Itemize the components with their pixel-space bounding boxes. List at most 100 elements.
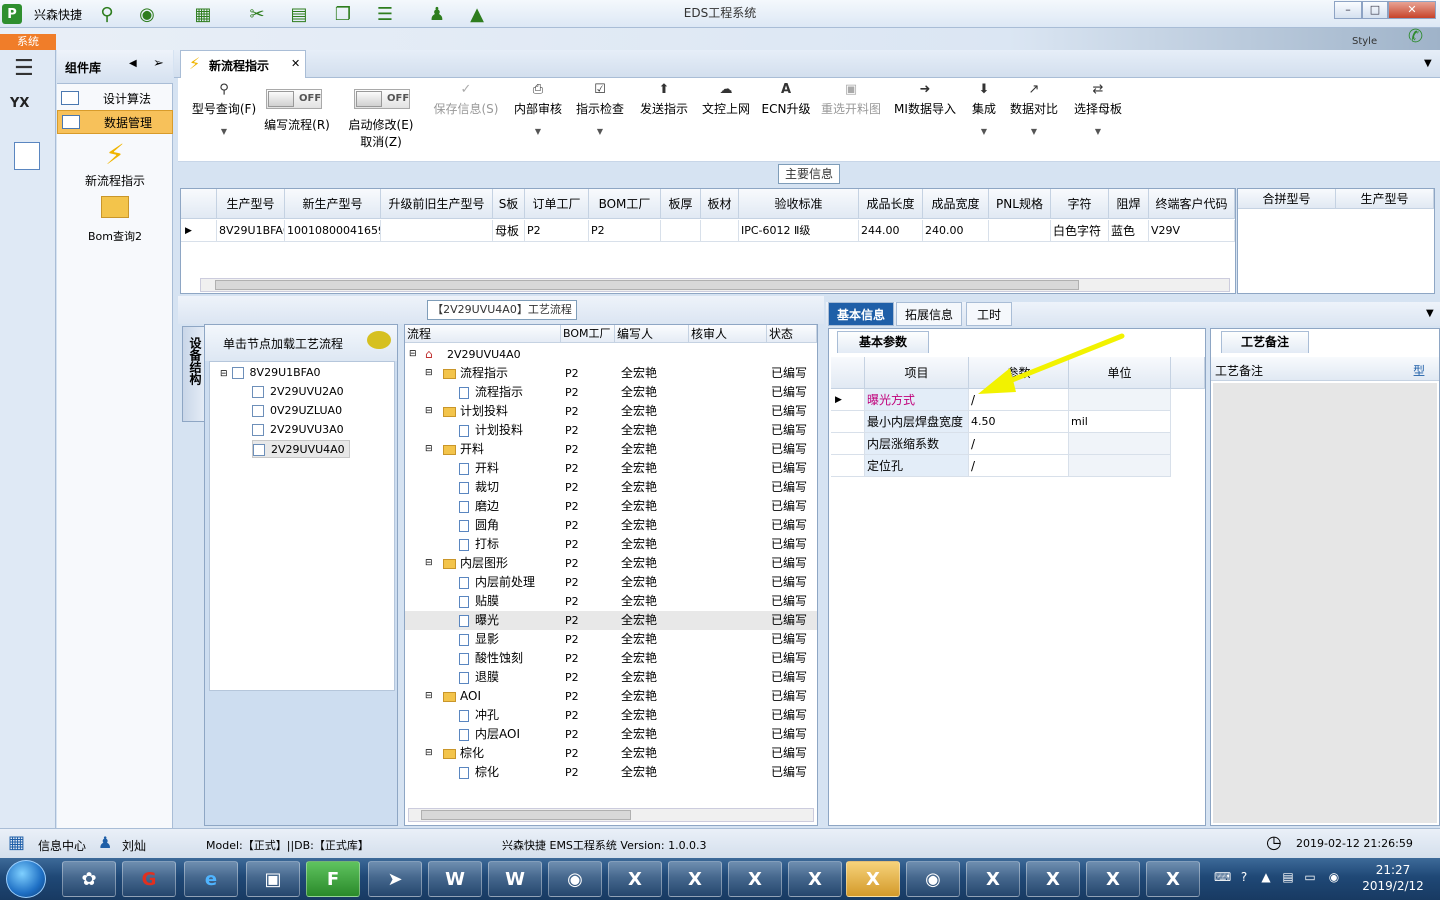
flow-row[interactable]: ⊟ 流程指示 P2 全宏艳 已编写 xyxy=(405,364,817,383)
column-header[interactable]: 新生产型号 xyxy=(285,189,381,219)
taskbar-app-eye-icon[interactable]: ◉ xyxy=(548,861,602,897)
send-instruction-button[interactable]: ⬆ 发送指示 xyxy=(636,82,692,117)
flow-row[interactable]: ⊟ AOI P2 全宏艳 已编写 xyxy=(405,687,817,706)
style-label[interactable]: Style xyxy=(1352,36,1377,47)
taskbar-app-excel-icon[interactable]: X xyxy=(1146,861,1200,897)
column-header[interactable]: 升级前旧生产型号 xyxy=(381,189,493,219)
param-value[interactable]: 4.50 xyxy=(969,411,1069,433)
param-value[interactable]: / xyxy=(969,455,1069,477)
param-item[interactable]: 内层涨缩系数 xyxy=(865,433,969,455)
info-center[interactable]: 信息中心 xyxy=(38,837,86,854)
edit-flow-toggle[interactable]: OFF xyxy=(266,89,322,109)
column-header[interactable]: S板 xyxy=(493,189,525,219)
column-header[interactable]: BOM工厂 xyxy=(589,189,661,219)
taskbar-app-eye-icon[interactable]: ◉ xyxy=(906,861,960,897)
taskbar-app-ie-icon[interactable]: e xyxy=(184,861,238,897)
param-item[interactable]: 定位孔 xyxy=(865,455,969,477)
column-header[interactable]: 型 xyxy=(1413,362,1425,379)
column-header[interactable]: 参数 xyxy=(969,357,1069,389)
column-header[interactable]: 状态 xyxy=(767,325,817,343)
tab-basic-info[interactable]: 基本信息 xyxy=(828,302,894,326)
row-selector[interactable] xyxy=(831,455,865,477)
column-header[interactable]: 生产型号 xyxy=(217,189,285,219)
grid-cell[interactable]: 10010800041659 xyxy=(285,220,381,242)
close-window-button[interactable]: ✕ xyxy=(1388,1,1436,19)
column-header[interactable]: 板厚 xyxy=(661,189,701,219)
grid-cell[interactable] xyxy=(381,220,493,242)
column-header[interactable]: 板材 xyxy=(701,189,739,219)
tree-node-selected[interactable]: 2V29UVU4A0 xyxy=(252,440,350,458)
collapse-icon[interactable]: ⊟ xyxy=(220,369,228,379)
flow-row[interactable]: 酸性蚀刻 P2 全宏艳 已编写 xyxy=(405,649,817,668)
component-item-bom-query[interactable]: Bom查询2 xyxy=(57,196,173,244)
row-selector-icon[interactable]: ▶ xyxy=(831,389,865,411)
start-modify-toggle[interactable]: OFF xyxy=(354,89,410,109)
taskbar-app-shell-icon[interactable]: ✿ xyxy=(62,861,116,897)
taskbar-app-save-icon[interactable]: ▣ xyxy=(246,861,300,897)
column-header[interactable]: 成品宽度 xyxy=(923,189,989,219)
taskbar-app-excel-active-icon[interactable]: X xyxy=(846,861,900,897)
ecn-upgrade-button[interactable]: A ECN升级 xyxy=(760,82,812,117)
checkbox[interactable] xyxy=(253,444,265,456)
tab-dropdown-icon[interactable]: ▼ xyxy=(1424,58,1432,69)
component-item-new-flow[interactable]: ⚡ 新流程指示 xyxy=(57,138,173,189)
taskbar-app-g-icon[interactable]: G xyxy=(122,861,176,897)
flow-root-row[interactable]: ⊟ ⌂ 2V29UVU4A0 xyxy=(405,345,817,364)
mi-import-button[interactable]: ➜ MI数据导入 xyxy=(892,82,958,117)
flow-grid-scrollbar[interactable] xyxy=(408,808,814,822)
globe-icon[interactable]: ◉ xyxy=(134,2,160,26)
param-item[interactable]: 最小内层焊盘宽度 xyxy=(865,411,969,433)
calculator-icon[interactable] xyxy=(14,142,40,170)
factory-icon[interactable]: YX xyxy=(10,96,44,128)
data-compare-button[interactable]: ↗ 数据对比 ▼ xyxy=(1008,82,1060,136)
tree-node[interactable]: 0V29UZLUA0 xyxy=(252,402,342,420)
taskbar-app-bird-icon[interactable]: ➤ xyxy=(368,861,422,897)
collapse-icon[interactable]: ⊟ xyxy=(425,364,433,383)
flow-row[interactable]: 棕化 P2 全宏艳 已编写 xyxy=(405,763,817,782)
flow-row[interactable]: 内层前处理 P2 全宏艳 已编写 xyxy=(405,573,817,592)
integrate-button[interactable]: ⬇ 集成 ▼ xyxy=(968,82,1000,136)
column-header[interactable]: 成品长度 xyxy=(859,189,923,219)
chart-icon[interactable]: ▲ xyxy=(464,2,490,26)
grid-cell[interactable]: 240.00 xyxy=(923,220,989,242)
copy-icon[interactable]: ❐ xyxy=(330,2,356,26)
flow-row[interactable]: 贴膜 P2 全宏艳 已编写 xyxy=(405,592,817,611)
tab-work-hours[interactable]: 工时 xyxy=(966,302,1012,326)
network-icon[interactable]: ▤ xyxy=(1280,870,1296,886)
column-header[interactable]: 编写人 xyxy=(615,325,689,343)
flow-row[interactable]: 圆角 P2 全宏艳 已编写 xyxy=(405,516,817,535)
windows-grid-icon[interactable]: ▦ xyxy=(8,832,25,853)
flow-row[interactable]: 内层AOI P2 全宏艳 已编写 xyxy=(405,725,817,744)
grid-cell[interactable]: IPC-6012 Ⅱ级 xyxy=(739,220,859,242)
user-icon[interactable]: ♟ xyxy=(424,2,450,26)
taskbar-app-excel-icon[interactable]: X xyxy=(728,861,782,897)
scrollbar-thumb[interactable] xyxy=(215,280,1079,290)
flow-row[interactable]: 显影 P2 全宏艳 已编写 xyxy=(405,630,817,649)
column-header[interactable]: BOM工厂 xyxy=(561,325,615,343)
tree-node[interactable]: 2V29UVU3A0 xyxy=(252,421,344,439)
tray-expand-icon[interactable]: ▲ xyxy=(1258,870,1274,886)
param-unit[interactable]: mil xyxy=(1069,411,1171,433)
scrollbar-thumb[interactable] xyxy=(421,810,631,820)
column-header[interactable]: 流程 xyxy=(405,325,561,343)
minimize-button[interactable]: – xyxy=(1334,1,1362,19)
collapse-icon[interactable]: ⊟ xyxy=(425,687,433,706)
flow-row[interactable]: 打标 P2 全宏艳 已编写 xyxy=(405,535,817,554)
taskbar-app-excel-icon[interactable]: X xyxy=(1026,861,1080,897)
grid-cell[interactable]: P2 xyxy=(525,220,589,242)
grid-cell[interactable]: V29V xyxy=(1149,220,1235,242)
help-icon[interactable]: ? xyxy=(1236,870,1252,886)
collapse-left-icon[interactable]: ◀ xyxy=(129,58,137,69)
column-header[interactable]: 订单工厂 xyxy=(525,189,589,219)
flow-row[interactable]: ⊟ 内层图形 P2 全宏艳 已编写 xyxy=(405,554,817,573)
flow-row[interactable]: ⊟ 开料 P2 全宏艳 已编写 xyxy=(405,440,817,459)
collapse-icon[interactable]: ⊟ xyxy=(425,440,433,459)
search-icon[interactable]: ⚲ xyxy=(94,2,120,26)
grid-cell[interactable] xyxy=(661,220,701,242)
grid-cell[interactable]: 蓝色 xyxy=(1109,220,1149,242)
column-header[interactable]: 项目 xyxy=(865,357,969,389)
grid-cell[interactable]: 8V29U1BFA0 xyxy=(217,220,285,242)
collapse-icon[interactable]: ⊟ xyxy=(425,744,433,763)
checkbox[interactable] xyxy=(252,386,264,398)
flow-row[interactable]: ⊟ 棕化 P2 全宏艳 已编写 xyxy=(405,744,817,763)
